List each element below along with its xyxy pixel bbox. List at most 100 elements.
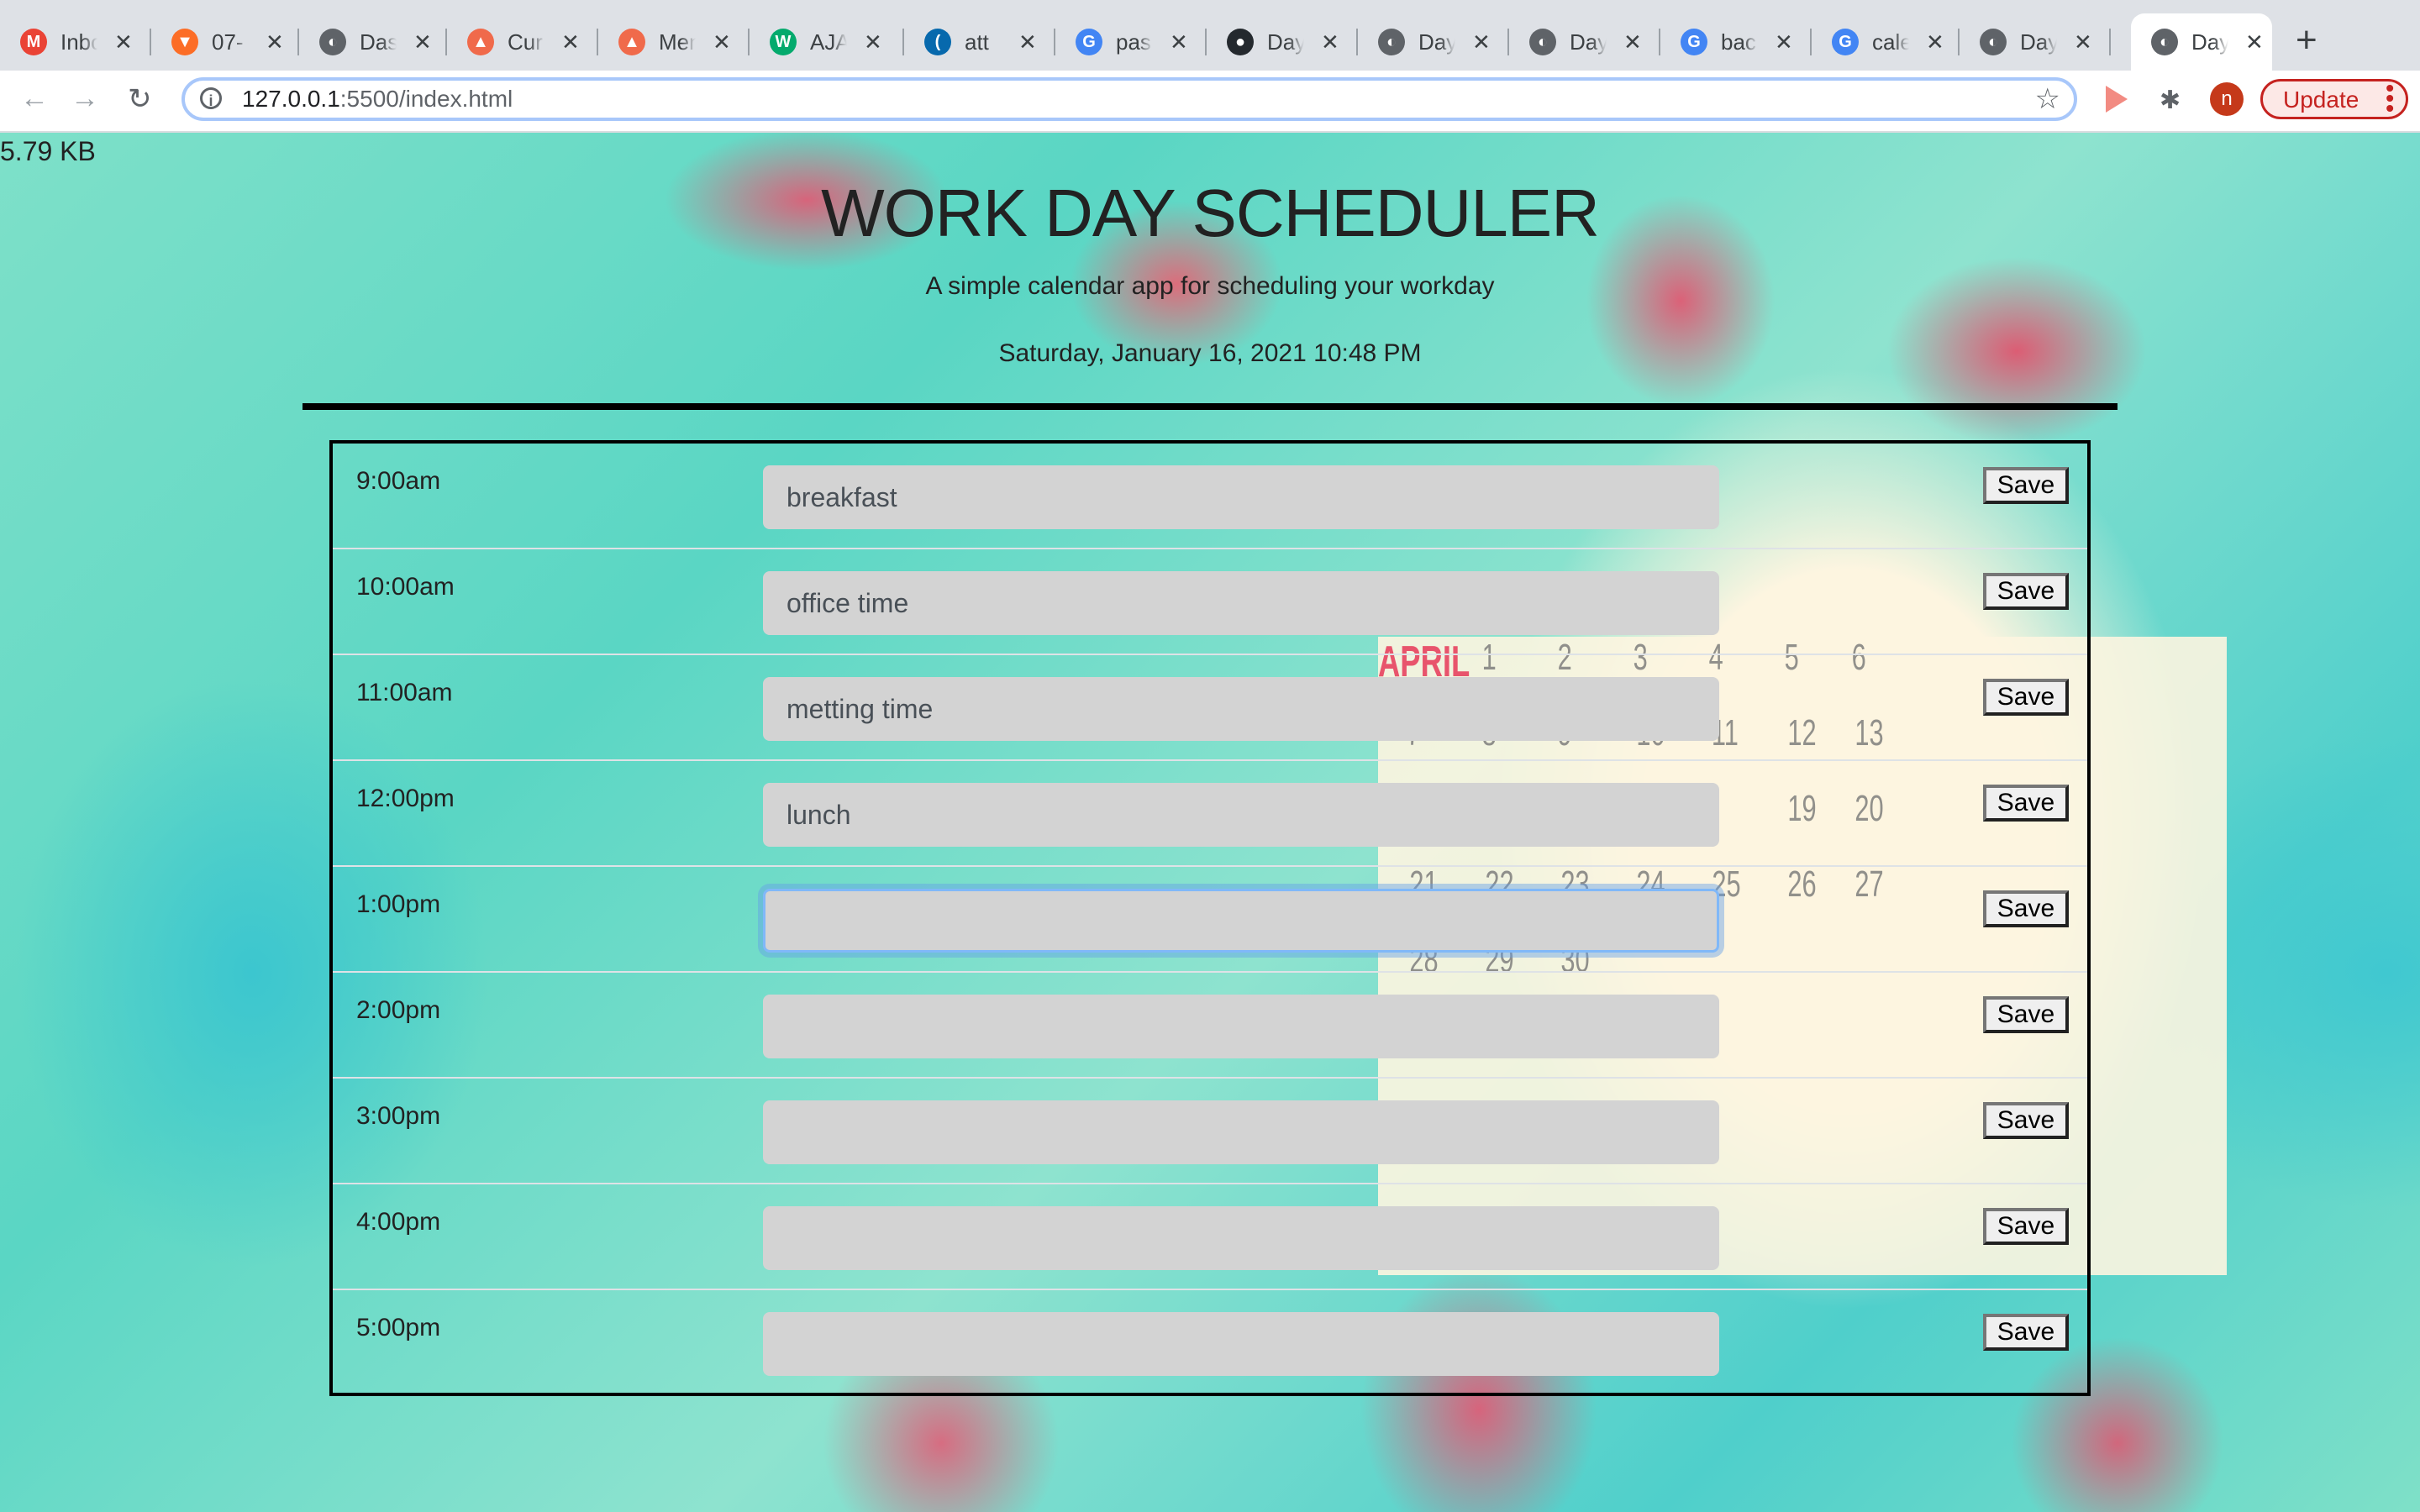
tab-title: pas bbox=[1116, 29, 1151, 55]
browser-tab[interactable]: ▲ Cur ✕ bbox=[447, 13, 598, 71]
task-input[interactable] bbox=[763, 677, 1719, 741]
tab-title: Day bbox=[2020, 29, 2057, 55]
browser-tab[interactable]: ◐ Dash ✕ bbox=[299, 13, 447, 71]
save-button[interactable]: Save bbox=[1983, 785, 2069, 822]
update-button[interactable]: Update • • • bbox=[2260, 76, 2408, 120]
save-button[interactable]: Save bbox=[1983, 1208, 2069, 1245]
browser-tab[interactable]: Gpas ✕ bbox=[1055, 13, 1207, 71]
schedule-row: 11:00am Save bbox=[333, 655, 2087, 761]
browser-tab[interactable]: (att ✕ bbox=[904, 13, 1055, 71]
browser-tab[interactable]: Gcale ✕ bbox=[1812, 13, 1960, 71]
reload-icon[interactable]: ↻ bbox=[128, 82, 152, 116]
task-input[interactable] bbox=[763, 889, 1719, 953]
browser-tab[interactable]: ◐ Day ✕ bbox=[1960, 13, 2111, 71]
forward-icon[interactable]: → bbox=[71, 82, 99, 115]
tab-close-icon[interactable]: ✕ bbox=[2245, 29, 2264, 55]
browser-tab[interactable]: ● Day ✕ bbox=[1207, 13, 1358, 71]
tab-title: Men bbox=[659, 29, 696, 55]
hour-label: 12:00pm bbox=[356, 785, 455, 812]
hour-label: 2:00pm bbox=[356, 996, 441, 1024]
browser-tab[interactable]: ▲ Men ✕ bbox=[598, 13, 750, 71]
w3schools-icon: W bbox=[770, 29, 797, 55]
browser-tab[interactable]: W AJAX ✕ bbox=[750, 13, 904, 71]
task-input[interactable] bbox=[763, 1100, 1719, 1164]
tab-close-icon[interactable]: ✕ bbox=[561, 29, 580, 55]
bookmark-star-icon[interactable]: ☆ bbox=[2035, 82, 2060, 116]
bootcamp-icon: ▲ bbox=[467, 29, 494, 55]
tab-close-icon[interactable]: ✕ bbox=[1018, 29, 1037, 55]
gmail-icon: M bbox=[20, 29, 47, 55]
tab-title: Day bbox=[2191, 29, 2228, 55]
tab-close-icon[interactable]: ✕ bbox=[1623, 29, 1642, 55]
extension-arrow-icon[interactable] bbox=[2106, 86, 2128, 113]
browser-tab[interactable]: M Inbox ✕ bbox=[0, 13, 151, 71]
tab-close-icon[interactable]: ✕ bbox=[114, 29, 133, 55]
extensions-puzzle-icon[interactable]: ✱ bbox=[2160, 86, 2181, 115]
hour-label: 10:00am bbox=[356, 573, 455, 601]
save-button[interactable]: Save bbox=[1983, 1102, 2069, 1139]
gitlab-icon: ▼ bbox=[171, 29, 198, 55]
new-tab-button[interactable]: + bbox=[2296, 22, 2317, 59]
globe-icon: ◐ bbox=[2151, 29, 2178, 55]
url-text[interactable]: 127.0.0.1:5500/index.html bbox=[242, 86, 513, 113]
schedule-row: 9:00am Save bbox=[333, 444, 2087, 549]
kebab-menu-icon[interactable]: • • • bbox=[2386, 76, 2394, 120]
tab-close-icon[interactable]: ✕ bbox=[1321, 29, 1339, 55]
page-viewport: APRIL 1234567891011121319202122232425262… bbox=[0, 133, 2420, 1512]
task-input[interactable] bbox=[763, 571, 1719, 635]
tab-title: Inbox bbox=[60, 29, 97, 55]
tab-close-icon[interactable]: ✕ bbox=[2074, 29, 2092, 55]
site-info-icon[interactable]: i bbox=[200, 87, 222, 109]
profile-avatar[interactable]: n bbox=[2210, 82, 2244, 116]
tab-close-icon[interactable]: ✕ bbox=[266, 29, 284, 55]
task-input[interactable] bbox=[763, 1206, 1719, 1270]
tab-close-icon[interactable]: ✕ bbox=[1926, 29, 1944, 55]
hour-label: 9:00am bbox=[356, 467, 441, 495]
page-subtitle: A simple calendar app for scheduling you… bbox=[925, 272, 1495, 300]
task-input[interactable] bbox=[763, 783, 1719, 847]
globe-icon: ◐ bbox=[1378, 29, 1405, 55]
task-input[interactable] bbox=[763, 995, 1719, 1058]
current-datetime: Saturday, January 16, 2021 10:48 PM bbox=[998, 339, 1422, 367]
globe-icon: ◐ bbox=[1980, 29, 2007, 55]
browser-tab[interactable]: Gbac ✕ bbox=[1660, 13, 1812, 71]
save-button[interactable]: Save bbox=[1983, 1314, 2069, 1351]
browser-tab[interactable]: ◐ Day ✕ bbox=[2131, 13, 2272, 71]
address-bar[interactable]: i 127.0.0.1:5500/index.html ☆ bbox=[182, 77, 2077, 121]
url-host: 127.0.0.1 bbox=[242, 86, 340, 112]
schedule-row: 2:00pm Save bbox=[333, 973, 2087, 1079]
google-icon: G bbox=[1832, 29, 1859, 55]
save-button[interactable]: Save bbox=[1983, 679, 2069, 716]
save-button[interactable]: Save bbox=[1983, 573, 2069, 610]
save-button[interactable]: Save bbox=[1983, 996, 2069, 1033]
update-label: Update bbox=[2283, 87, 2360, 113]
browser-toolbar: ← → ↻ i 127.0.0.1:5500/index.html ☆ ✱ n … bbox=[0, 71, 2420, 133]
schedule-row: 10:00am Save bbox=[333, 549, 2087, 655]
tab-close-icon[interactable]: ✕ bbox=[1170, 29, 1188, 55]
save-button[interactable]: Save bbox=[1983, 467, 2069, 504]
url-path: :5500/index.html bbox=[339, 86, 513, 112]
hour-label: 5:00pm bbox=[356, 1314, 441, 1341]
tab-close-icon[interactable]: ✕ bbox=[1472, 29, 1491, 55]
hour-label: 3:00pm bbox=[356, 1102, 441, 1130]
tab-close-icon[interactable]: ✕ bbox=[413, 29, 432, 55]
tab-close-icon[interactable]: ✕ bbox=[864, 29, 882, 55]
schedule-row: 12:00pm Save bbox=[333, 761, 2087, 867]
hour-label: 1:00pm bbox=[356, 890, 441, 918]
tab-title: Day bbox=[1418, 29, 1455, 55]
browser-tab[interactable]: ◐ Day ✕ bbox=[1358, 13, 1509, 71]
page-title: WORK DAY SCHEDULER bbox=[821, 176, 1600, 250]
save-button[interactable]: Save bbox=[1983, 890, 2069, 927]
back-icon[interactable]: ← bbox=[20, 82, 49, 115]
tab-close-icon[interactable]: ✕ bbox=[1775, 29, 1793, 55]
globe-icon: ◐ bbox=[1529, 29, 1556, 55]
tab-close-icon[interactable]: ✕ bbox=[713, 29, 731, 55]
jquery-icon: ( bbox=[924, 29, 951, 55]
bootcamp-icon: ▲ bbox=[618, 29, 645, 55]
schedule-row: 1:00pm Save bbox=[333, 867, 2087, 973]
browser-tab[interactable]: ◐ Day ✕ bbox=[1509, 13, 1660, 71]
browser-tab[interactable]: ▼ 07- ✕ bbox=[151, 13, 299, 71]
task-input[interactable] bbox=[763, 465, 1719, 529]
task-input[interactable] bbox=[763, 1312, 1719, 1376]
browser-window: MInbox✕▼07-✕◐Dash✕▲Cur✕▲Men✕WAJAX✕(att✕G… bbox=[0, 0, 2420, 1512]
